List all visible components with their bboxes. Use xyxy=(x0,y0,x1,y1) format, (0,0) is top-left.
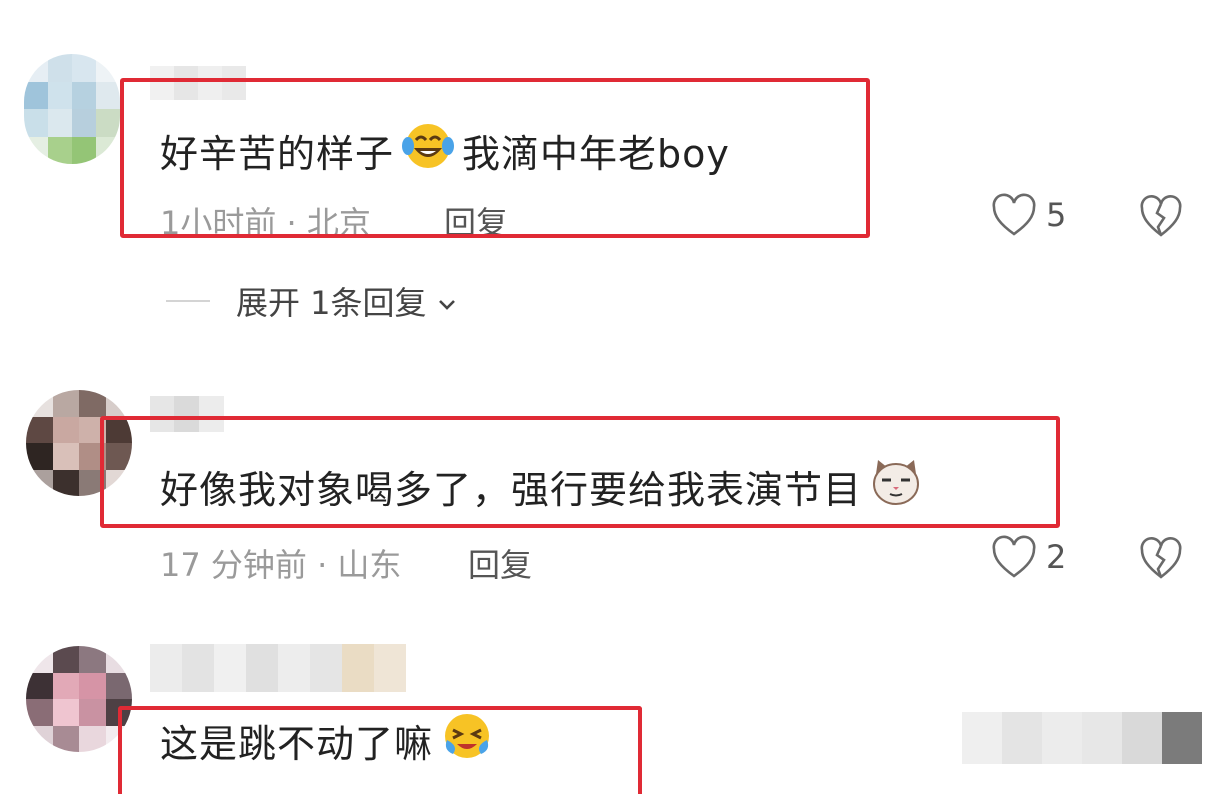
blurred-watermark xyxy=(962,712,1202,764)
like-count: 2 xyxy=(1046,538,1067,576)
comment-meta: 17 分钟前 · 山东 xyxy=(160,546,402,584)
avatar[interactable] xyxy=(26,646,132,752)
dislike-button[interactable] xyxy=(1138,194,1184,238)
username-blurred[interactable] xyxy=(150,644,406,692)
chevron-down-icon xyxy=(437,282,457,320)
expand-replies-label: 展开 1条回复 xyxy=(236,284,427,322)
like-button[interactable]: 5 xyxy=(990,192,1066,238)
highlight-box xyxy=(100,416,1060,528)
divider-line xyxy=(166,300,210,302)
broken-heart-icon xyxy=(1138,536,1184,580)
broken-heart-icon xyxy=(1138,194,1184,238)
avatar[interactable] xyxy=(24,54,120,164)
like-button[interactable]: 2 xyxy=(990,534,1066,580)
like-count: 5 xyxy=(1046,196,1067,234)
highlight-box xyxy=(120,78,870,238)
highlight-box xyxy=(118,706,642,794)
heart-outline-icon xyxy=(990,192,1038,238)
heart-outline-icon xyxy=(990,534,1038,580)
reply-button[interactable]: 回复 xyxy=(468,540,532,586)
expand-replies-button[interactable]: 展开 1条回复 xyxy=(166,278,457,324)
dislike-button[interactable] xyxy=(1138,536,1184,580)
